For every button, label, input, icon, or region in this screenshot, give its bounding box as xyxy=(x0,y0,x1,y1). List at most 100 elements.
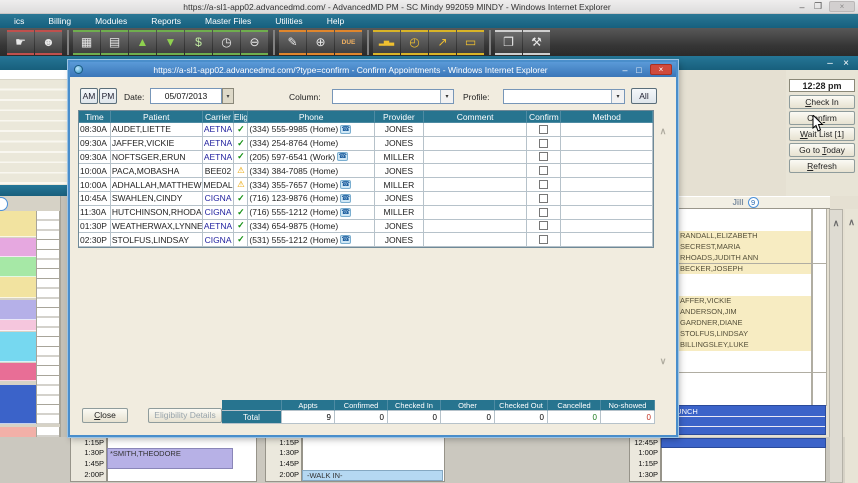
cell-patient: HUTCHINSON,RHODA xyxy=(110,205,203,220)
profile-select[interactable]: ▾ xyxy=(503,89,625,104)
am-button[interactable]: AM xyxy=(80,88,98,104)
schedule-cell[interactable] xyxy=(107,470,257,483)
table-scroll-down-icon[interactable]: ∨ xyxy=(656,356,670,367)
walk-in-block[interactable]: -WALK IN- xyxy=(302,470,443,481)
table-scroll-up-icon[interactable]: ∧ xyxy=(656,126,670,137)
cell-provider: JONES xyxy=(374,136,424,151)
menu-item-master-files[interactable]: Master Files xyxy=(193,16,263,26)
left-appointment-block[interactable] xyxy=(0,238,36,257)
lunch-block-continued[interactable] xyxy=(661,437,826,448)
date-input[interactable]: 05/07/2013 xyxy=(150,88,222,104)
confirm-checkbox[interactable] xyxy=(539,235,549,245)
cell-comment xyxy=(423,219,528,234)
lunch-block[interactable]: LUNCH xyxy=(668,405,826,435)
eligibility-details-button[interactable]: Eligibility Details xyxy=(148,408,222,423)
minimize-icon[interactable]: – xyxy=(794,2,810,12)
left-appointment-block[interactable] xyxy=(0,300,36,320)
menu-item-billing[interactable]: Billing xyxy=(36,16,83,26)
close-icon[interactable]: × xyxy=(829,1,855,12)
app-close-icon[interactable]: × xyxy=(838,58,854,69)
phone-dial-icon[interactable]: ☎ xyxy=(340,193,352,203)
phone-dial-icon[interactable]: ☎ xyxy=(337,152,349,162)
go-to-today-button[interactable]: Go to Today xyxy=(789,143,855,157)
provider-name: Jill xyxy=(732,198,744,207)
close-button[interactable]: Close xyxy=(82,408,128,423)
confirm-checkbox[interactable] xyxy=(539,180,549,190)
confirm-checkbox[interactable] xyxy=(539,207,549,217)
payment-down-icon[interactable]: ▼ xyxy=(157,29,184,55)
documents-icon[interactable]: ❐ xyxy=(495,29,522,55)
bar-chart-icon[interactable]: ▂▅▃ xyxy=(373,29,400,55)
due-stamp-icon[interactable]: DUE xyxy=(335,29,362,55)
left-header-strip xyxy=(0,185,68,196)
all-button[interactable]: All xyxy=(631,88,657,104)
phone-dial-icon[interactable]: ☎ xyxy=(340,180,352,190)
menu-item-help[interactable]: Help xyxy=(315,16,356,26)
date-dropdown-button[interactable]: ▾ xyxy=(222,88,234,104)
cell-patient: JAFFER,VICKIE xyxy=(110,136,203,151)
left-appointment-block[interactable] xyxy=(0,277,36,298)
phone-dial-icon[interactable]: ☎ xyxy=(340,124,352,134)
refresh-button[interactable]: Refresh xyxy=(789,159,855,173)
menu-item-ics[interactable]: ics xyxy=(2,16,36,26)
calculator-icon[interactable]: ▦ xyxy=(73,29,100,55)
confirm-checkbox[interactable] xyxy=(539,193,549,203)
column-header-carrier: Carrier xyxy=(202,111,235,123)
confirm-checkbox[interactable] xyxy=(539,152,549,162)
phone-dial-icon[interactable]: ☎ xyxy=(340,207,352,217)
provider-column-header[interactable]: Jill 9 xyxy=(661,196,830,209)
patient-status-icon[interactable]: ☻ xyxy=(35,29,62,55)
scroll-up-icon[interactable]: ∧ xyxy=(830,218,842,229)
restore-icon[interactable]: ❐ xyxy=(810,1,826,12)
left-appointment-block[interactable] xyxy=(0,363,36,381)
charge-up-icon[interactable]: ▲ xyxy=(129,29,156,55)
left-appointment-block[interactable] xyxy=(0,257,36,277)
left-appointment-block[interactable] xyxy=(0,385,36,424)
cell-time: 10:45A xyxy=(79,191,111,206)
charge-entry-icon[interactable]: ✎ xyxy=(279,29,306,55)
totals-header-checked-in: Checked In xyxy=(388,400,441,411)
profile-dropdown-icon[interactable]: ▾ xyxy=(611,90,624,103)
column-header-phone: Phone xyxy=(248,111,375,123)
presentation-icon[interactable]: ▭ xyxy=(457,29,484,55)
left-appointment-block[interactable] xyxy=(0,211,36,237)
time-clock-icon[interactable]: ◷ xyxy=(213,29,240,55)
admin-tools-icon[interactable]: ⚒ xyxy=(523,29,550,55)
column-select[interactable]: ▾ xyxy=(332,89,454,104)
dialog-maximize-icon[interactable]: □ xyxy=(632,65,646,75)
confirm-checkbox[interactable] xyxy=(539,221,549,231)
cell-confirm xyxy=(527,164,562,179)
totals-header-no-showed: No-showed xyxy=(601,400,655,411)
cell-method xyxy=(561,191,654,206)
outer-scrollbar[interactable]: ∧ xyxy=(845,209,858,483)
claim-review-icon[interactable]: ⊕ xyxy=(307,29,334,55)
eligibility-warning-icon: ⚠ xyxy=(237,165,245,176)
appointment-block-smith[interactable]: *SMITH,THEODORE xyxy=(107,448,233,469)
cell-elig: ✓ xyxy=(234,205,249,220)
time-analysis-icon[interactable]: ◴ xyxy=(401,29,428,55)
app-minimize-icon[interactable]: – xyxy=(822,58,838,69)
confirm-checkbox[interactable] xyxy=(539,138,549,148)
zoom-out-icon[interactable]: ⊖ xyxy=(241,29,268,55)
pointer-hand-icon[interactable]: ☛ xyxy=(7,29,34,55)
menu-item-reports[interactable]: Reports xyxy=(139,16,193,26)
schedule-scrollbar[interactable]: ∧ xyxy=(829,209,843,483)
check-in-button[interactable]: Check In xyxy=(789,95,855,109)
confirm-checkbox[interactable] xyxy=(539,166,549,176)
scheduler-grid-icon[interactable]: ▤ xyxy=(101,29,128,55)
dialog-close-icon[interactable]: × xyxy=(650,64,672,75)
left-appointment-block[interactable] xyxy=(0,320,36,331)
dialog-minimize-icon[interactable]: – xyxy=(618,65,632,75)
scroll-up-icon-2[interactable]: ∧ xyxy=(845,217,858,228)
schedule-cell[interactable] xyxy=(661,470,826,483)
trend-chart-icon[interactable]: ↗ xyxy=(429,29,456,55)
pm-button[interactable]: PM xyxy=(99,88,117,104)
cell-comment xyxy=(423,123,528,137)
confirm-checkbox[interactable] xyxy=(539,124,549,134)
menu-item-modules[interactable]: Modules xyxy=(83,16,139,26)
column-dropdown-icon[interactable]: ▾ xyxy=(440,90,453,103)
phone-dial-icon[interactable]: ☎ xyxy=(340,235,352,245)
money-icon[interactable]: $ xyxy=(185,29,212,55)
left-appointment-block[interactable] xyxy=(0,332,36,362)
menu-item-utilities[interactable]: Utilities xyxy=(263,16,314,26)
